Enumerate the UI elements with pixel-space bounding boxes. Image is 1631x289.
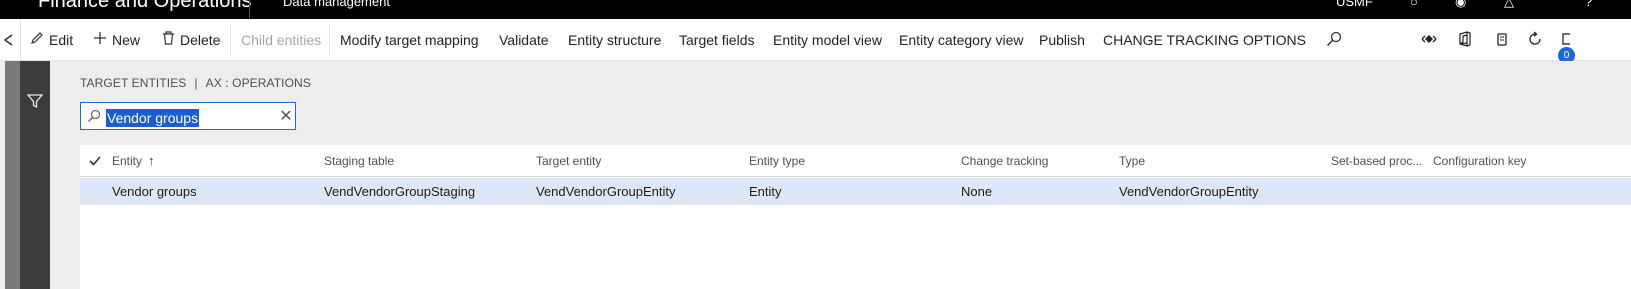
modify-target-mapping-button[interactable]: Modify target mapping	[340, 19, 479, 61]
delete-label: Delete	[180, 32, 221, 48]
column-header-set-based-processing[interactable]: Set-based proc...	[1331, 145, 1422, 177]
cell-target-entity[interactable]: VendVendorGroupEntity	[536, 178, 676, 205]
module-name: Data management	[283, 0, 390, 9]
cell-staging-table[interactable]: VendVendorGroupStaging	[324, 178, 475, 205]
tab-options[interactable]: OPTIONS	[1243, 19, 1306, 61]
breadcrumb: TARGET ENTITIES | AX : OPERATIONS	[80, 76, 311, 90]
search-icon	[87, 109, 101, 123]
popout-icon[interactable]	[1560, 31, 1570, 49]
delete-button[interactable]: Delete	[162, 19, 220, 61]
column-header-entity[interactable]: Entity ↑	[112, 145, 155, 177]
topbar-divider	[249, 0, 250, 19]
search-icon[interactable]	[1325, 31, 1343, 49]
divider	[230, 25, 231, 55]
column-header-configuration-key[interactable]: Configuration key	[1433, 145, 1526, 177]
quick-filter-box[interactable]: Vendor groups ✕	[80, 102, 296, 130]
top-navigation-bar: Finance and Operations Data management U…	[0, 0, 1631, 19]
divider	[20, 19, 21, 61]
breadcrumb-target-entities: TARGET ENTITIES	[80, 76, 187, 90]
chat-icon[interactable]: ○	[1410, 0, 1418, 9]
action-pane: Edit New Delete Child entities Modify ta…	[0, 19, 1631, 64]
breadcrumb-ax-operations: AX : OPERATIONS	[205, 76, 311, 90]
plus-icon	[93, 19, 107, 61]
publish-button[interactable]: Publish	[1039, 19, 1085, 61]
diamond-icon[interactable]	[1420, 31, 1438, 49]
sort-ascending-icon: ↑	[148, 153, 155, 168]
filter-icon[interactable]	[26, 92, 44, 110]
navigation-pane-strip[interactable]	[5, 61, 20, 289]
new-button[interactable]: New	[93, 19, 140, 61]
grid-header: Entity ↑ Staging table Target entity Enti…	[80, 145, 1631, 177]
column-header-type[interactable]: Type	[1119, 145, 1145, 177]
trash-icon	[162, 19, 175, 61]
settings-icon[interactable]: ◉	[1455, 0, 1466, 10]
clear-icon[interactable]: ✕	[278, 107, 294, 127]
column-header-staging-table[interactable]: Staging table	[324, 145, 394, 177]
entities-grid: Entity ↑ Staging table Target entity Enti…	[80, 145, 1631, 289]
pencil-icon	[30, 19, 44, 61]
app-title[interactable]: Finance and Operations	[38, 0, 251, 13]
column-header-change-tracking[interactable]: Change tracking	[961, 145, 1048, 177]
cell-entity-type[interactable]: Entity	[749, 178, 782, 205]
child-entities-button[interactable]: Child entities	[241, 19, 321, 61]
column-header-target-entity[interactable]: Target entity	[536, 145, 601, 177]
entity-structure-button[interactable]: Entity structure	[568, 19, 661, 61]
edit-label: Edit	[49, 32, 74, 48]
help-icon[interactable]: ?	[1585, 0, 1592, 9]
edit-button[interactable]: Edit	[30, 19, 73, 61]
refresh-icon[interactable]	[1526, 31, 1544, 49]
collapse-chevron-icon[interactable]	[2, 31, 16, 49]
new-label: New	[112, 32, 141, 48]
entity-model-view-button[interactable]: Entity model view	[773, 19, 882, 61]
notification-icon[interactable]	[1493, 31, 1511, 49]
cell-type[interactable]: VendVendorGroupEntity	[1119, 178, 1259, 205]
cell-change-tracking[interactable]: None	[961, 178, 992, 205]
validate-button[interactable]: Validate	[499, 19, 549, 61]
search-input[interactable]: Vendor groups	[106, 109, 200, 127]
office-icon[interactable]	[1456, 31, 1474, 49]
checkmark-icon[interactable]	[88, 154, 102, 168]
cell-entity[interactable]: Vendor groups	[112, 178, 197, 205]
breadcrumb-separator: |	[194, 76, 198, 90]
table-row[interactable]: Vendor groups VendVendorGroupStaging Ven…	[80, 178, 1631, 205]
column-header-label: Entity	[112, 154, 143, 168]
tab-change-tracking[interactable]: CHANGE TRACKING	[1103, 19, 1239, 61]
entity-category-view-button[interactable]: Entity category view	[899, 19, 1024, 61]
company-picker[interactable]: USMF	[1336, 0, 1373, 9]
divider	[329, 25, 330, 55]
user-icon[interactable]: △	[1504, 0, 1514, 10]
column-header-entity-type[interactable]: Entity type	[749, 145, 805, 177]
target-fields-button[interactable]: Target fields	[679, 19, 754, 61]
